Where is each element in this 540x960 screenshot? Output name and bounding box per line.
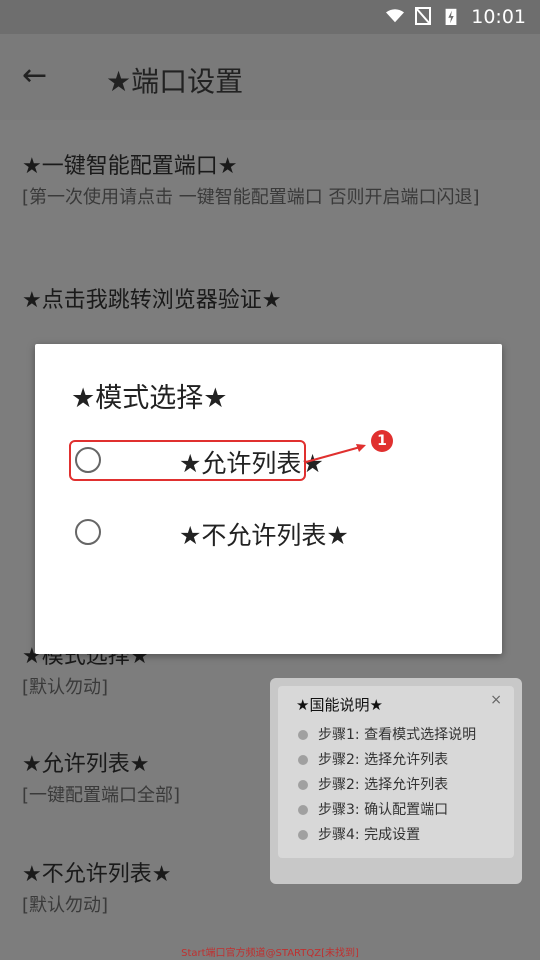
- step-label: 步骤2: 选择允许列表: [318, 777, 449, 793]
- help-step: 步骤2: 选择允许列表: [298, 774, 448, 794]
- list-item-subtitle: [第一次使用请点击 一键智能配置端口 否则开启端口闪退]: [22, 187, 480, 208]
- close-icon[interactable]: ×: [490, 692, 502, 708]
- highlight-box: [69, 440, 306, 481]
- list-item[interactable]: ★一键智能配置端口★ [第一次使用请点击 一键智能配置端口 否则开启端口闪退]: [22, 148, 518, 210]
- bullet-icon: [298, 830, 308, 840]
- help-panel-title: ★国能说明★: [296, 696, 383, 714]
- watermark: Start端口官方频道@STARTQZ[未找到]: [181, 948, 359, 959]
- help-panel: ★国能说明★ × 步骤1: 查看模式选择说明 步骤2: 选择允许列表 步骤2: …: [270, 678, 522, 884]
- annotation-arrow-icon: [305, 444, 366, 463]
- mode-select-dialog: ★模式选择★ ★允许列表★ ★不允许列表★: [35, 344, 502, 654]
- radio-icon[interactable]: [75, 519, 101, 545]
- step-label: 步骤2: 选择允许列表: [318, 752, 449, 768]
- status-time: 10:01: [471, 6, 526, 28]
- bullet-icon: [298, 780, 308, 790]
- list-item-title: ★点击我跳转浏览器验证★: [22, 288, 282, 313]
- step-label: 步骤4: 完成设置: [318, 827, 421, 843]
- help-step: 步骤2: 选择允许列表: [298, 749, 448, 769]
- list-item-title: ★一键智能配置端口★: [22, 154, 238, 179]
- help-step: 步骤4: 完成设置: [298, 824, 420, 844]
- status-bar: 10:01: [0, 0, 540, 34]
- help-step: 步骤3: 确认配置端口: [298, 799, 448, 819]
- back-arrow-icon[interactable]: ←: [22, 58, 47, 93]
- annotation-badge: 1: [371, 430, 393, 452]
- page-title: ★端口设置: [106, 65, 244, 98]
- option-label: ★不允许列表★: [179, 521, 349, 550]
- step-label: 步骤1: 查看模式选择说明: [318, 727, 477, 743]
- list-item[interactable]: ★点击我跳转浏览器验证★: [22, 282, 518, 314]
- bullet-icon: [298, 755, 308, 765]
- option-deny-list[interactable]: ★不允许列表★: [71, 512, 471, 556]
- dialog-title: ★模式选择★: [71, 383, 228, 414]
- list-item-subtitle: [默认勿动]: [22, 895, 109, 916]
- bullet-icon: [298, 730, 308, 740]
- help-step: 步骤1: 查看模式选择说明: [298, 724, 476, 744]
- wifi-icon: [386, 9, 404, 23]
- battery-charging-icon: [445, 8, 457, 25]
- app-bar: ← ★端口设置: [0, 34, 540, 120]
- no-signal-icon: [415, 7, 431, 25]
- step-label: 步骤3: 确认配置端口: [318, 802, 449, 818]
- bullet-icon: [298, 805, 308, 815]
